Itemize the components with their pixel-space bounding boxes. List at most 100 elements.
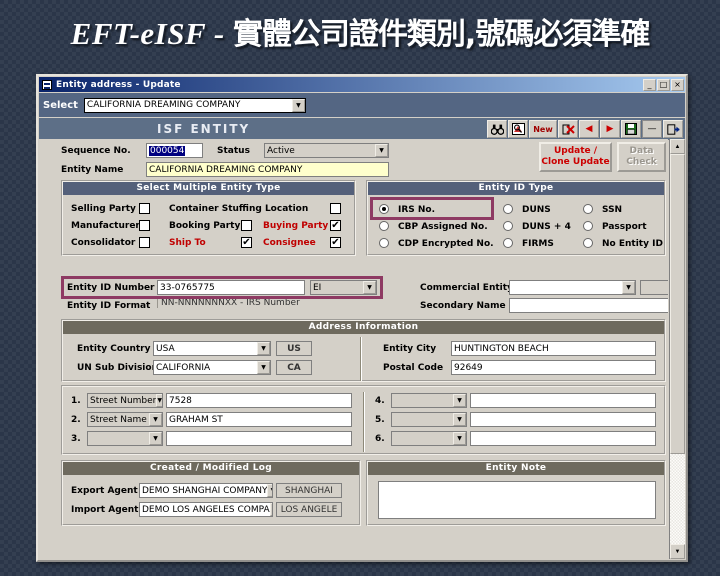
address-line-type-5[interactable]: ▼ bbox=[391, 412, 467, 427]
entity-type-checkbox-0[interactable] bbox=[139, 203, 150, 214]
chevron-down-icon[interactable]: ▼ bbox=[149, 432, 162, 445]
secondary-name-label: Secondary Name bbox=[420, 301, 506, 311]
chevron-down-icon[interactable]: ▼ bbox=[453, 394, 466, 407]
entity-id-type-panel-title: Entity ID Type bbox=[368, 182, 664, 195]
address-line-input-1[interactable]: 7528 bbox=[166, 393, 352, 408]
save-icon[interactable] bbox=[621, 120, 641, 138]
sequence-no-input[interactable]: 000054 bbox=[146, 143, 203, 158]
chevron-down-icon[interactable]: ▼ bbox=[257, 361, 270, 374]
entity-name-input[interactable]: CALIFORNIA DREAMING COMPANY bbox=[146, 162, 389, 177]
entity-country-dropdown[interactable]: USA ▼ bbox=[153, 341, 271, 356]
find-icon[interactable] bbox=[487, 120, 507, 138]
slide-title: EFT-eISF - 實體公司證件類別,號碼必須準確 bbox=[0, 8, 720, 60]
entity-note-textarea[interactable] bbox=[378, 481, 656, 519]
minimize-icon[interactable]: — bbox=[642, 120, 662, 138]
entity-type-checkbox-6[interactable]: ✔ bbox=[241, 237, 252, 248]
entity-type-label-4: Buying Party bbox=[263, 221, 329, 231]
entity-type-checkbox-7[interactable]: ✔ bbox=[330, 237, 341, 248]
entity-id-radio-1[interactable] bbox=[503, 204, 513, 214]
entity-type-checkbox-3[interactable] bbox=[241, 220, 252, 231]
update-clone-update-button[interactable]: Update / Clone Update bbox=[539, 142, 612, 172]
chevron-down-icon[interactable]: ▼ bbox=[267, 484, 272, 497]
address-line-value-1: 7528 bbox=[169, 395, 192, 406]
entity-id-radio-8[interactable] bbox=[583, 238, 593, 248]
prev-record-icon[interactable]: ◀ bbox=[579, 120, 599, 138]
address-line-num-1: 1. bbox=[71, 396, 81, 406]
address-line-type-4[interactable]: ▼ bbox=[391, 393, 467, 408]
close-button[interactable]: × bbox=[671, 78, 684, 91]
address-line-input-5[interactable] bbox=[470, 412, 656, 427]
entity-address-window: Entity address - Update _ □ × Select CAL… bbox=[36, 74, 688, 562]
scrollbar-thumb[interactable] bbox=[670, 154, 685, 454]
address-line-input-3[interactable] bbox=[166, 431, 352, 446]
vertical-scrollbar[interactable]: ▲ ▼ bbox=[669, 139, 685, 559]
chevron-down-icon[interactable]: ▼ bbox=[453, 413, 466, 426]
address-line-type-value-1: Street Number bbox=[90, 395, 157, 406]
address-line-input-4[interactable] bbox=[470, 393, 656, 408]
chevron-down-icon[interactable]: ▼ bbox=[156, 394, 162, 407]
new-button[interactable]: New bbox=[529, 120, 557, 138]
chevron-down-icon[interactable]: ▼ bbox=[291, 98, 305, 112]
chevron-down-icon[interactable]: ▼ bbox=[257, 342, 270, 355]
isf-entity-title: ISF ENTITY bbox=[157, 122, 251, 136]
update-button-line2: Clone Update bbox=[541, 157, 610, 167]
postal-code-input[interactable]: 92649 bbox=[451, 360, 656, 375]
address-line-input-6[interactable] bbox=[470, 431, 656, 446]
chevron-down-icon[interactable]: ▼ bbox=[363, 281, 376, 294]
entity-id-radio-4[interactable] bbox=[503, 221, 513, 231]
chevron-down-icon[interactable]: ▼ bbox=[375, 144, 388, 157]
data-check-button[interactable]: Data Check bbox=[617, 142, 666, 172]
entity-id-number-input[interactable]: 33-0765775 bbox=[157, 280, 305, 295]
commercial-entity-dropdown[interactable]: ▼ bbox=[509, 280, 636, 295]
chevron-down-icon[interactable]: ▼ bbox=[269, 503, 272, 516]
entity-type-panel-title: Select Multiple Entity Type bbox=[63, 182, 354, 195]
sequence-no-label: Sequence No. bbox=[61, 146, 131, 156]
entity-id-type-dropdown[interactable]: EI ▼ bbox=[310, 280, 377, 295]
entity-type-label-7: Consignee bbox=[263, 238, 316, 248]
entity-type-checkbox-4[interactable]: ✔ bbox=[330, 220, 341, 231]
chevron-down-icon[interactable]: ▼ bbox=[622, 281, 635, 294]
export-agent-label: Export Agent bbox=[71, 486, 138, 496]
query-icon[interactable] bbox=[508, 120, 528, 138]
address-line-type-3[interactable]: ▼ bbox=[87, 431, 163, 446]
chevron-down-icon[interactable]: ▼ bbox=[453, 432, 466, 445]
delete-icon[interactable] bbox=[558, 120, 578, 138]
status-dropdown[interactable]: Active ▼ bbox=[264, 143, 389, 158]
scroll-down-button[interactable]: ▼ bbox=[670, 544, 685, 559]
maximize-button[interactable]: □ bbox=[657, 78, 670, 91]
entity-id-radio-2[interactable] bbox=[583, 204, 593, 214]
entity-type-checkbox-5[interactable] bbox=[139, 237, 150, 248]
scroll-up-button[interactable]: ▲ bbox=[670, 139, 685, 154]
address-line-type-1[interactable]: Street Number ▼ bbox=[87, 393, 163, 408]
exit-icon[interactable] bbox=[663, 120, 683, 138]
un-sub-division-dropdown[interactable]: CALIFORNIA ▼ bbox=[153, 360, 271, 375]
scrollbar-track[interactable] bbox=[670, 154, 685, 544]
entity-id-radio-7[interactable] bbox=[503, 238, 513, 248]
address-lines-panel: 1. Street Number ▼ 7528 2. Street Name ▼… bbox=[61, 385, 666, 455]
un-sub-division-value: CALIFORNIA bbox=[156, 362, 211, 373]
next-record-icon[interactable]: ▶ bbox=[600, 120, 620, 138]
address-line-type-2[interactable]: Street Name ▼ bbox=[87, 412, 163, 427]
entity-type-checkbox-2[interactable] bbox=[139, 220, 150, 231]
entity-type-label-0: Selling Party bbox=[71, 204, 136, 214]
import-agent-dropdown[interactable]: DEMO LOS ANGELES COMPA ▼ bbox=[139, 502, 273, 517]
entity-city-input[interactable]: HUNTINGTON BEACH bbox=[451, 341, 656, 356]
address-line-input-2[interactable]: GRAHAM ST bbox=[166, 412, 352, 427]
check-icon: ✔ bbox=[331, 220, 340, 231]
entity-id-radio-3[interactable] bbox=[379, 221, 389, 231]
entity-type-checkbox-1[interactable] bbox=[330, 203, 341, 214]
minimize-button[interactable]: _ bbox=[643, 78, 656, 91]
address-line-type-6[interactable]: ▼ bbox=[391, 431, 467, 446]
export-agent-dropdown[interactable]: DEMO SHANGHAI COMPANY ▼ bbox=[139, 483, 273, 498]
secondary-name-input[interactable] bbox=[509, 298, 668, 313]
floppy-glyph bbox=[625, 123, 637, 135]
entity-id-radio-0[interactable] bbox=[379, 204, 389, 214]
export-agent-value: DEMO SHANGHAI COMPANY bbox=[142, 485, 268, 496]
entity-city-label: Entity City bbox=[383, 344, 437, 354]
entity-type-label-6: Ship To bbox=[169, 238, 206, 248]
entity-id-radio-5[interactable] bbox=[583, 221, 593, 231]
chevron-down-icon[interactable]: ▼ bbox=[149, 413, 162, 426]
entity-city-value: HUNTINGTON BEACH bbox=[454, 343, 549, 354]
entity-select-dropdown[interactable]: CALIFORNIA DREAMING COMPANY ▼ bbox=[83, 97, 306, 113]
entity-id-radio-6[interactable] bbox=[379, 238, 389, 248]
